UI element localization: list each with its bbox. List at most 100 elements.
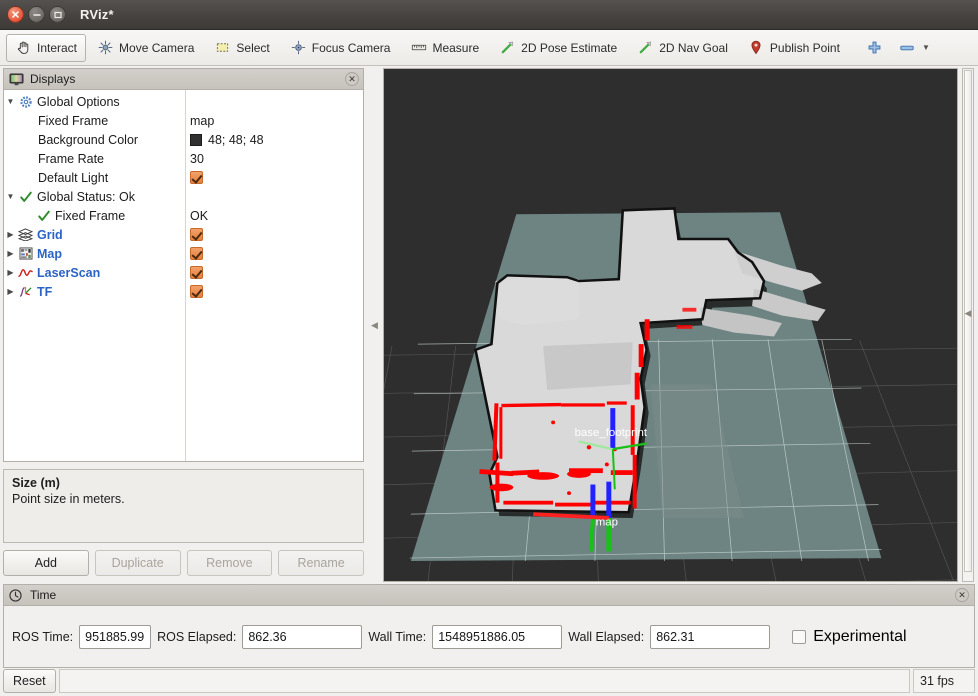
tree-row-value-cell[interactable] — [185, 168, 363, 187]
tree-row[interactable]: Fixed FrameOK — [4, 206, 363, 225]
close-icon[interactable]: ✕ — [345, 72, 359, 86]
tree-row[interactable]: Frame Rate30 — [4, 149, 363, 168]
description-box: Size (m) Point size in meters. — [3, 469, 364, 543]
tool-focus-camera[interactable]: Focus Camera — [281, 34, 400, 62]
tool-focus-camera-label: Focus Camera — [312, 41, 391, 55]
enable-checkbox[interactable] — [190, 266, 203, 279]
duplicate-button[interactable]: Duplicate — [95, 550, 181, 576]
tree-row-value-cell[interactable] — [185, 263, 363, 282]
wall-time-input[interactable]: 1548951886.05 — [432, 625, 562, 649]
map-pin-icon — [748, 39, 765, 56]
enable-checkbox[interactable] — [190, 228, 203, 241]
tree-row-value-cell[interactable] — [185, 244, 363, 263]
maximize-icon[interactable] — [49, 6, 66, 23]
ros-time-input[interactable]: 951885.99 — [79, 625, 151, 649]
add-tool-button[interactable] — [859, 34, 890, 62]
tree-item-label: Default Light — [35, 171, 108, 185]
tree-row[interactable]: ▶Grid — [4, 225, 363, 244]
gear-icon — [17, 95, 34, 109]
monitor-icon — [9, 73, 24, 86]
chevron-right-icon[interactable]: ▶ — [4, 269, 17, 277]
tool-interact-label: Interact — [37, 41, 77, 55]
color-swatch[interactable] — [190, 134, 202, 146]
tree-row-value-cell[interactable] — [185, 92, 363, 111]
displays-buttons: Add Duplicate Remove Rename — [3, 550, 364, 580]
tool-publish-point-label: Publish Point — [770, 41, 840, 55]
window-controls — [7, 6, 66, 23]
enable-checkbox[interactable] — [190, 247, 203, 260]
tool-2d-pose-estimate-label: 2D Pose Estimate — [521, 41, 617, 55]
chevron-right-icon[interactable]: ▶ — [4, 231, 17, 239]
minimize-icon[interactable] — [28, 6, 45, 23]
collapse-right-icon[interactable]: ◀ — [965, 308, 972, 319]
tool-select[interactable]: Select — [205, 34, 278, 62]
pose-arrow-icon — [499, 39, 516, 56]
experimental-checkbox[interactable] — [792, 630, 806, 644]
remove-button[interactable]: Remove — [187, 550, 273, 576]
close-icon[interactable]: ✕ — [955, 588, 969, 602]
remove-tool-button[interactable]: ▼ — [892, 34, 937, 62]
tool-move-camera[interactable]: Move Camera — [88, 34, 203, 62]
vertical-scrollbar[interactable] — [962, 68, 974, 582]
tree-row-value-cell[interactable] — [185, 282, 363, 301]
chevron-right-icon[interactable]: ▶ — [4, 250, 17, 258]
right-splitter[interactable]: ◀ — [958, 66, 978, 584]
chevron-right-icon[interactable]: ▶ — [4, 288, 17, 296]
add-button[interactable]: Add — [3, 550, 89, 576]
tool-measure[interactable]: Measure — [401, 34, 488, 62]
collapse-left-icon[interactable]: ◀ — [371, 321, 378, 330]
time-panel: Time ✕ ROS Time: 951885.99 ROS Elapsed: … — [3, 584, 975, 668]
tree-row[interactable]: ▼Global Status: Ok — [4, 187, 363, 206]
tree-row[interactable]: ▶Map — [4, 244, 363, 263]
chevron-down-icon[interactable]: ▼ — [4, 98, 17, 106]
hand-cursor-icon — [15, 39, 32, 56]
left-pane: Displays ✕ ▼Global OptionsFixed Framemap… — [0, 66, 366, 584]
tree-row-value-cell[interactable] — [185, 187, 363, 206]
tf-label-base-footprint: base_footprint — [575, 427, 648, 439]
ros-elapsed-input[interactable]: 862.36 — [242, 625, 362, 649]
tool-move-camera-label: Move Camera — [119, 41, 194, 55]
tool-interact[interactable]: Interact — [6, 34, 86, 62]
tree-row-value-cell[interactable]: map — [185, 111, 363, 130]
tree-row[interactable]: ▶ TF — [4, 282, 363, 301]
plus-icon — [866, 39, 883, 56]
tree-row-name-cell: ▶Map — [4, 244, 185, 263]
tree-row[interactable]: ▶LaserScan — [4, 263, 363, 282]
tool-2d-pose-estimate[interactable]: 2D Pose Estimate — [490, 34, 626, 62]
tree-row-value-cell[interactable] — [185, 225, 363, 244]
tree-row-name-cell: Background Color — [4, 130, 185, 149]
wall-time-label: Wall Time: — [368, 630, 426, 644]
render-viewport[interactable]: base_footprint map — [383, 68, 958, 582]
tree-row[interactable]: ▼Global Options — [4, 92, 363, 111]
wall-elapsed-input[interactable]: 862.31 — [650, 625, 770, 649]
tree-row-name-cell: ▶LaserScan — [4, 263, 185, 282]
rename-button[interactable]: Rename — [278, 550, 364, 576]
reset-button[interactable]: Reset — [3, 669, 56, 693]
tool-2d-nav-goal-label: 2D Nav Goal — [659, 41, 728, 55]
tree-row[interactable]: Fixed Framemap — [4, 111, 363, 130]
close-icon[interactable] — [7, 6, 24, 23]
left-splitter[interactable]: ◀ — [366, 66, 383, 584]
tree-row-value-cell[interactable]: 30 — [185, 149, 363, 168]
chevron-down-icon[interactable]: ▼ — [4, 193, 17, 201]
tf-icon — [17, 285, 34, 298]
tree-item-label: TF — [34, 285, 52, 299]
check-ok-icon — [17, 190, 34, 204]
time-panel-header: Time ✕ — [3, 584, 975, 605]
tree-row-value-cell[interactable]: 48; 48; 48 — [185, 130, 363, 149]
tree-row[interactable]: Default Light — [4, 168, 363, 187]
scrollbar-thumb[interactable] — [964, 70, 972, 572]
tree-item-value: 48; 48; 48 — [208, 133, 264, 147]
tool-2d-nav-goal[interactable]: 2D Nav Goal — [628, 34, 737, 62]
chevron-down-icon[interactable]: ▼ — [922, 43, 930, 52]
clock-icon — [9, 589, 24, 602]
laserscan-icon — [17, 266, 34, 279]
tool-publish-point[interactable]: Publish Point — [739, 34, 849, 62]
displays-tree[interactable]: ▼Global OptionsFixed FramemapBackground … — [3, 89, 364, 462]
wall-elapsed-field: Wall Elapsed: 862.31 — [568, 625, 770, 649]
enable-checkbox[interactable] — [190, 171, 203, 184]
experimental-checkbox-group[interactable]: Experimental — [792, 628, 906, 646]
enable-checkbox[interactable] — [190, 285, 203, 298]
tree-row[interactable]: Background Color 48; 48; 48 — [4, 130, 363, 149]
tree-row-value-cell[interactable]: OK — [185, 206, 363, 225]
